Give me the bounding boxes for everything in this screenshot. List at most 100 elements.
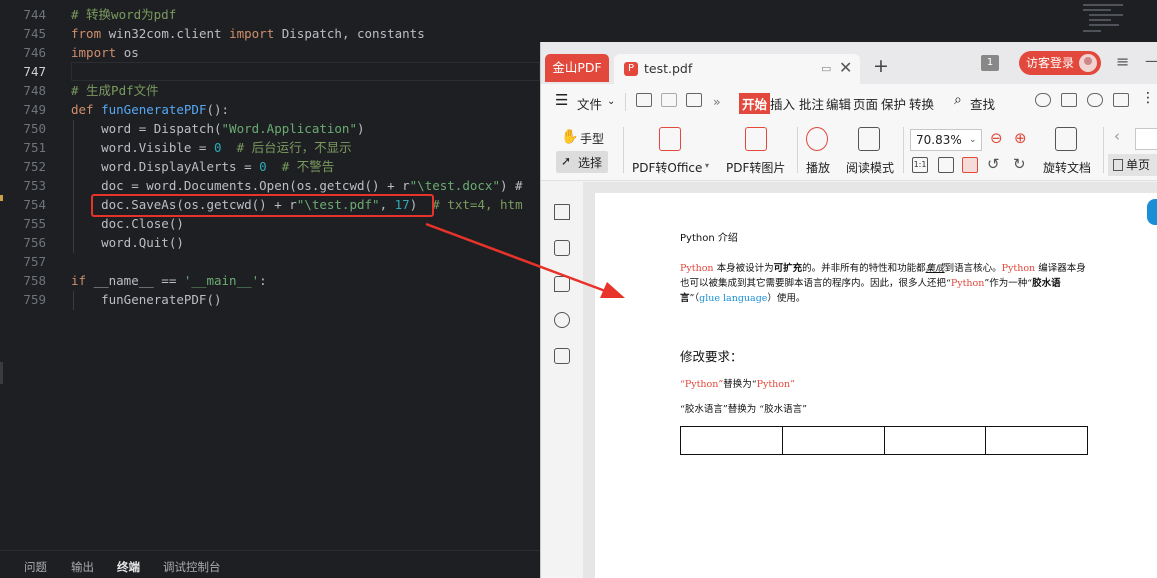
signature-icon[interactable] bbox=[554, 348, 570, 364]
dropdown-arrow-icon[interactable]: ▾ bbox=[705, 161, 709, 170]
menu-page[interactable]: 页面 bbox=[853, 94, 878, 113]
minimize-icon[interactable]: — bbox=[1145, 51, 1157, 70]
play-button[interactable]: 播放 bbox=[806, 159, 830, 176]
code-line[interactable]: word.Visible = 0 # 后台运行，不显示 bbox=[71, 138, 352, 157]
code-line[interactable]: doc = word.Documents.Open(os.getcwd() + … bbox=[71, 176, 522, 195]
annotation-icon[interactable] bbox=[554, 276, 570, 292]
menu-protect[interactable]: 保护 bbox=[881, 94, 906, 113]
line-number: 757 bbox=[23, 254, 46, 269]
rotate-right-icon[interactable]: ↻ bbox=[1013, 155, 1026, 173]
gutter-change-marker bbox=[0, 195, 3, 201]
code-line[interactable]: word.DisplayAlerts = 0 # 不警告 bbox=[71, 157, 334, 176]
minimap[interactable] bbox=[1075, 0, 1157, 42]
requirement-line-2: “胶水语言”替换为 “胶水语言” bbox=[680, 404, 807, 415]
rotate-left-icon[interactable]: ↺ bbox=[987, 155, 1000, 173]
zoom-in-icon[interactable]: ⊕ bbox=[1014, 129, 1027, 147]
zoom-out-icon[interactable]: ⊖ bbox=[990, 129, 1003, 147]
app-home-tab[interactable]: 金山PDF bbox=[545, 54, 609, 82]
code-token: from bbox=[71, 26, 109, 41]
settings-icon[interactable] bbox=[1087, 93, 1103, 107]
rotate-document-button[interactable]: 旋转文档 bbox=[1043, 159, 1091, 176]
window-count-badge[interactable]: 1 bbox=[981, 55, 999, 71]
open-folder-icon[interactable] bbox=[636, 93, 652, 107]
code-token: doc.Close() bbox=[71, 216, 184, 231]
fit-page-icon[interactable] bbox=[938, 157, 954, 173]
cursor-icon: ➚ bbox=[561, 154, 572, 168]
hand-icon[interactable]: ✋ bbox=[561, 129, 578, 145]
pdf-page[interactable]: Python 介绍 Python 本身被设计为可扩充的。并非所有的特性和功能都集… bbox=[595, 193, 1157, 578]
menu-edit[interactable]: 编辑 bbox=[826, 94, 851, 113]
share-icon[interactable] bbox=[1061, 93, 1077, 107]
menu-start[interactable]: 开始 bbox=[739, 93, 771, 114]
thumbnail-icon[interactable] bbox=[554, 240, 570, 256]
tab-debug-console[interactable]: 调试控制台 bbox=[163, 559, 221, 575]
play-icon[interactable] bbox=[806, 127, 828, 151]
left-side-panel bbox=[541, 182, 583, 578]
menu-file[interactable]: 文件 bbox=[577, 94, 602, 113]
more-menu-icon[interactable]: » bbox=[713, 94, 721, 109]
page-number-input[interactable] bbox=[1135, 128, 1157, 150]
line-number: 759 bbox=[23, 292, 46, 307]
more-icon[interactable]: ⋮ bbox=[1141, 90, 1155, 106]
page-icon bbox=[1113, 159, 1123, 171]
code-line[interactable]: from win32com.client import Dispatch, co… bbox=[71, 24, 425, 43]
code-line[interactable]: def funGeneratePDF(): bbox=[71, 100, 229, 119]
search-icon[interactable]: ⌕ bbox=[954, 92, 962, 108]
saveas-line-highlight-box bbox=[91, 194, 434, 217]
read-mode-icon[interactable] bbox=[858, 127, 880, 151]
tab-problems[interactable]: 问题 bbox=[24, 559, 47, 575]
menu-convert[interactable]: 转换 bbox=[909, 94, 934, 113]
cloud-icon[interactable] bbox=[1035, 93, 1051, 107]
chevron-down-icon[interactable]: ⌄ bbox=[607, 96, 615, 107]
code-line[interactable]: word = Dispatch("Word.Application") bbox=[71, 119, 364, 138]
previous-page-icon[interactable]: ‹ bbox=[1114, 127, 1120, 145]
attachment-icon[interactable] bbox=[554, 312, 570, 328]
hamburger-icon[interactable]: ☰ bbox=[555, 91, 568, 109]
menu-icon[interactable]: ≡ bbox=[1116, 52, 1129, 71]
floating-assistant-icon[interactable] bbox=[1147, 199, 1157, 225]
code-token: os bbox=[123, 45, 139, 60]
pdf-to-image-icon[interactable] bbox=[745, 127, 767, 151]
pdf-to-office-icon[interactable] bbox=[659, 127, 681, 151]
save-icon[interactable] bbox=[661, 93, 677, 107]
menu-insert[interactable]: 插入 bbox=[770, 94, 795, 113]
comment-icon[interactable] bbox=[1113, 93, 1129, 107]
tab-output[interactable]: 输出 bbox=[71, 559, 94, 575]
code-token: import bbox=[229, 26, 282, 41]
code-line[interactable]: word.Quit() bbox=[71, 233, 184, 252]
rotate-document-icon[interactable] bbox=[1055, 127, 1077, 151]
actual-size-icon[interactable]: 1:1 bbox=[912, 157, 928, 173]
code-line[interactable]: # 转换word为pdf bbox=[71, 5, 176, 24]
select-tool-button[interactable]: ➚ 选择 bbox=[556, 151, 608, 173]
code-area[interactable]: # 转换word为pdf from win32com.client import … bbox=[71, 0, 540, 550]
gutter-scroll-marker bbox=[0, 362, 3, 384]
code-line[interactable]: if __name__ == '__main__': bbox=[71, 271, 267, 290]
search-label[interactable]: 查找 bbox=[970, 94, 995, 113]
guest-login-button[interactable]: 访客登录 bbox=[1019, 51, 1101, 75]
title-bar: 金山PDF P test.pdf ▭ ✕ + 1 访客登录 ≡ — bbox=[541, 42, 1157, 84]
new-tab-icon[interactable]: + bbox=[873, 55, 889, 77]
code-token: (): bbox=[206, 102, 230, 117]
pdf-to-office-button[interactable]: PDF转Office bbox=[632, 159, 702, 176]
document-tab[interactable]: P test.pdf ▭ ✕ bbox=[614, 54, 860, 84]
fit-width-icon[interactable] bbox=[962, 157, 978, 173]
menu-annotate[interactable]: 批注 bbox=[799, 94, 824, 113]
code-line[interactable]: # 生成Pdf文件 bbox=[71, 81, 159, 100]
hand-tool-label[interactable]: 手型 bbox=[580, 130, 604, 147]
code-line[interactable]: import os bbox=[71, 43, 139, 62]
close-tab-icon[interactable]: ✕ bbox=[839, 58, 852, 77]
requirements-heading: 修改要求： bbox=[680, 349, 743, 364]
bookmark-icon[interactable] bbox=[554, 204, 570, 220]
print-icon[interactable] bbox=[686, 93, 702, 107]
code-token: : bbox=[259, 273, 267, 288]
read-mode-button[interactable]: 阅读模式 bbox=[846, 159, 894, 176]
pdf-to-image-button[interactable]: PDF转图片 bbox=[726, 159, 785, 176]
code-editor[interactable]: 744 745 746 747 748 749 750 751 752 753 754 755 756 7… bbox=[0, 0, 540, 578]
tab-terminal[interactable]: 终端 bbox=[117, 559, 140, 575]
bottom-panel-tabs: 问题 输出 终端 调试控制台 bbox=[0, 550, 540, 578]
window-restore-icon[interactable]: ▭ bbox=[821, 62, 831, 75]
line-number-gutter: 744 745 746 747 748 749 750 751 752 753 754 755 756 7… bbox=[0, 0, 58, 550]
code-line[interactable]: funGeneratePDF() bbox=[71, 290, 221, 309]
single-page-button[interactable]: 单页 bbox=[1108, 154, 1157, 176]
zoom-level-select[interactable]: 70.83% ⌄ bbox=[910, 129, 982, 151]
